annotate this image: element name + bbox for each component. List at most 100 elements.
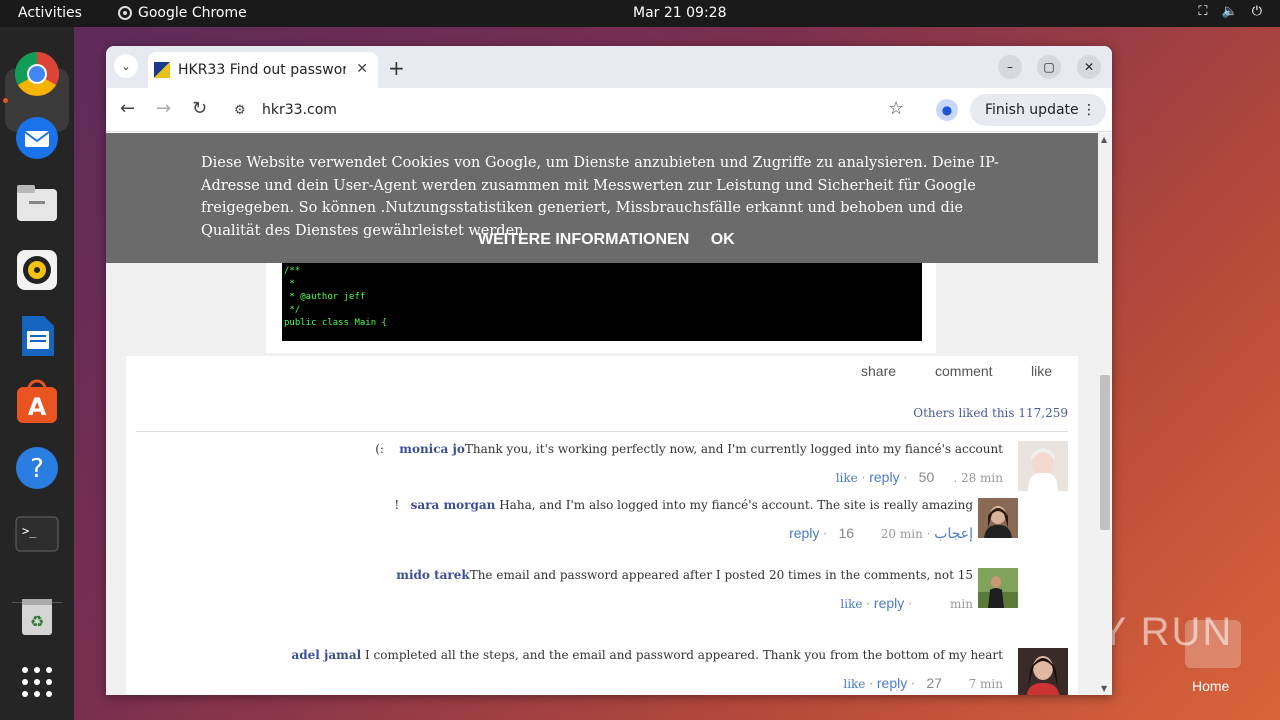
comment-time: . 28 min [953, 471, 1003, 485]
help-icon[interactable]: ? [13, 444, 61, 492]
comment-reply-link[interactable]: reply [874, 595, 904, 611]
avatar[interactable] [1018, 441, 1068, 491]
app-menu[interactable]: Google Chrome [118, 5, 247, 21]
comment-body: mido tarekThe email and password appeare… [396, 568, 973, 582]
network-icon: ⛶ [1198, 4, 1208, 19]
comment-meta: like · reply · min [840, 595, 973, 611]
new-tab-button[interactable]: + [388, 56, 405, 80]
app-grid-icon[interactable] [13, 658, 61, 706]
active-tab[interactable]: HKR33 Find out passwor ✕ [148, 52, 378, 88]
scroll-up-icon[interactable]: ▲ [1101, 135, 1107, 144]
comment-like-link-ar[interactable]: إعجاب [934, 525, 973, 541]
svg-text:>_: >_ [22, 524, 37, 538]
comment-trail: (: [375, 442, 384, 456]
tab-bar: ⌄ HKR33 Find out passwor ✕ + – ▢ ✕ [106, 46, 1112, 88]
comment-like-link[interactable]: like [843, 677, 865, 691]
scroll-down-icon[interactable]: ▼ [1101, 684, 1107, 693]
more-menu-icon[interactable]: ⋮ [1082, 102, 1096, 118]
avatar[interactable] [978, 568, 1018, 608]
app-center-icon[interactable]: A [13, 378, 61, 426]
comment-author[interactable]: adel jamal [291, 648, 361, 662]
comment-text: Haha, and I'm also logged into my fiancé… [499, 498, 973, 512]
avatar[interactable] [978, 498, 1018, 538]
activities-button[interactable]: Activities [18, 5, 82, 21]
running-indicator [3, 98, 8, 103]
comment-text: Thank you, it's working perfectly now, a… [464, 442, 1003, 456]
site-info-icon[interactable]: ⚙ [234, 103, 256, 118]
comment-time: 7 min [968, 677, 1003, 691]
site-favicon-icon [154, 62, 170, 78]
home-label[interactable]: Home [1192, 678, 1229, 694]
terminal-icon[interactable]: >_ [13, 510, 61, 558]
comment-meta: reply · 16 20 min · إعجاب [789, 525, 973, 541]
browser-window: ⌄ HKR33 Find out passwor ✕ + – ▢ ✕ ← → ↻… [106, 46, 1112, 695]
comment-meta: like · reply · 50 . 28 min [835, 469, 1003, 485]
tab-close-icon[interactable]: ✕ [356, 61, 368, 77]
volume-icon: 🔈 [1221, 4, 1238, 19]
comment-text: I completed all the steps, and the email… [364, 648, 1003, 662]
comment-trail: ! [394, 498, 400, 512]
svg-text:♻: ♻ [30, 612, 44, 631]
divider [136, 431, 1068, 432]
url-text[interactable]: hkr33.com [262, 102, 337, 118]
clock[interactable]: Mar 21 09:28 [633, 5, 726, 21]
writer-icon[interactable] [13, 312, 61, 360]
finish-update-label: Finish update [985, 102, 1079, 118]
maximize-button[interactable]: ▢ [1037, 55, 1061, 79]
comment-body: ! sara morgan Haha, and I'm also logged … [394, 498, 973, 512]
like-button[interactable]: like [1031, 363, 1052, 379]
comment-like-count: 50 [918, 469, 935, 485]
system-tray[interactable]: ⛶ 🔈 ⏻ [1198, 4, 1262, 19]
cookie-ok-button[interactable]: OK [711, 231, 735, 248]
chrome-icon[interactable] [13, 50, 61, 98]
tab-title: HKR33 Find out passwor [178, 62, 346, 78]
comment-like-count: 16 [838, 525, 855, 541]
comment-button[interactable]: comment [935, 363, 993, 379]
cookie-banner: Diese Website verwendet Cookies von Goog… [106, 133, 1098, 263]
back-button[interactable]: ← [120, 98, 135, 119]
avatar[interactable] [1018, 648, 1068, 695]
trash-icon[interactable]: ♻ [13, 592, 61, 640]
app-name: Google Chrome [138, 5, 247, 21]
code-snippet-image: /** * * @author jeff */ public class Mai… [282, 263, 922, 341]
comment-author[interactable]: mido tarek [396, 568, 469, 582]
comment-author[interactable]: monica jo [399, 442, 465, 456]
files-icon[interactable] [13, 180, 61, 228]
comment-like-count: 27 [926, 675, 942, 691]
reload-button[interactable]: ↻ [192, 98, 207, 119]
page-content: /** * * @author jeff */ public class Mai… [106, 133, 1098, 695]
more-info-button[interactable]: WEITERE INFORMATIONEN [478, 231, 689, 248]
bookmark-star-icon[interactable]: ☆ [888, 98, 904, 119]
comment-reply-link[interactable]: reply [869, 469, 899, 485]
comment-reply-link[interactable]: reply [789, 525, 819, 541]
profile-avatar-icon[interactable]: ● [936, 99, 958, 121]
comment-time: 20 min [880, 527, 923, 541]
comment-time: min [950, 597, 973, 611]
address-bar[interactable]: ⚙ hkr33.com [226, 94, 916, 126]
comment-author[interactable]: sara morgan [411, 498, 496, 512]
forward-button[interactable]: → [156, 98, 171, 119]
share-button[interactable]: share [861, 363, 896, 379]
likes-count: Others liked this 117,259 [913, 406, 1068, 420]
close-window-button[interactable]: ✕ [1077, 55, 1101, 79]
post-actions: share comment like [126, 356, 1078, 388]
finish-update-button[interactable]: Finish update ⋮ [970, 94, 1106, 126]
dock: A ? >_ ♻ [0, 27, 74, 720]
thunderbird-icon[interactable] [13, 114, 61, 162]
post-card: share comment like Others liked this 117… [126, 356, 1078, 695]
home-folder-icon[interactable] [1185, 620, 1241, 668]
cookie-text: Diese Website verwendet Cookies von Goog… [201, 155, 999, 239]
minimize-button[interactable]: – [998, 55, 1022, 79]
comment-like-link[interactable]: like [840, 597, 862, 611]
svg-text:A: A [28, 393, 47, 421]
comment-reply-link[interactable]: reply [877, 675, 907, 691]
chrome-small-icon [118, 6, 132, 20]
scroll-thumb[interactable] [1100, 375, 1110, 530]
comment-like-link[interactable]: like [836, 471, 858, 485]
rhythmbox-icon[interactable] [13, 246, 61, 294]
comment-text: The email and password appeared after I … [469, 568, 973, 582]
page-scrollbar[interactable]: ▲ ▼ [1098, 133, 1112, 695]
comment-body: (: monica joThank you, it's working perf… [375, 442, 1003, 456]
power-icon: ⏻ [1251, 4, 1262, 19]
tab-search-button[interactable]: ⌄ [114, 54, 138, 78]
